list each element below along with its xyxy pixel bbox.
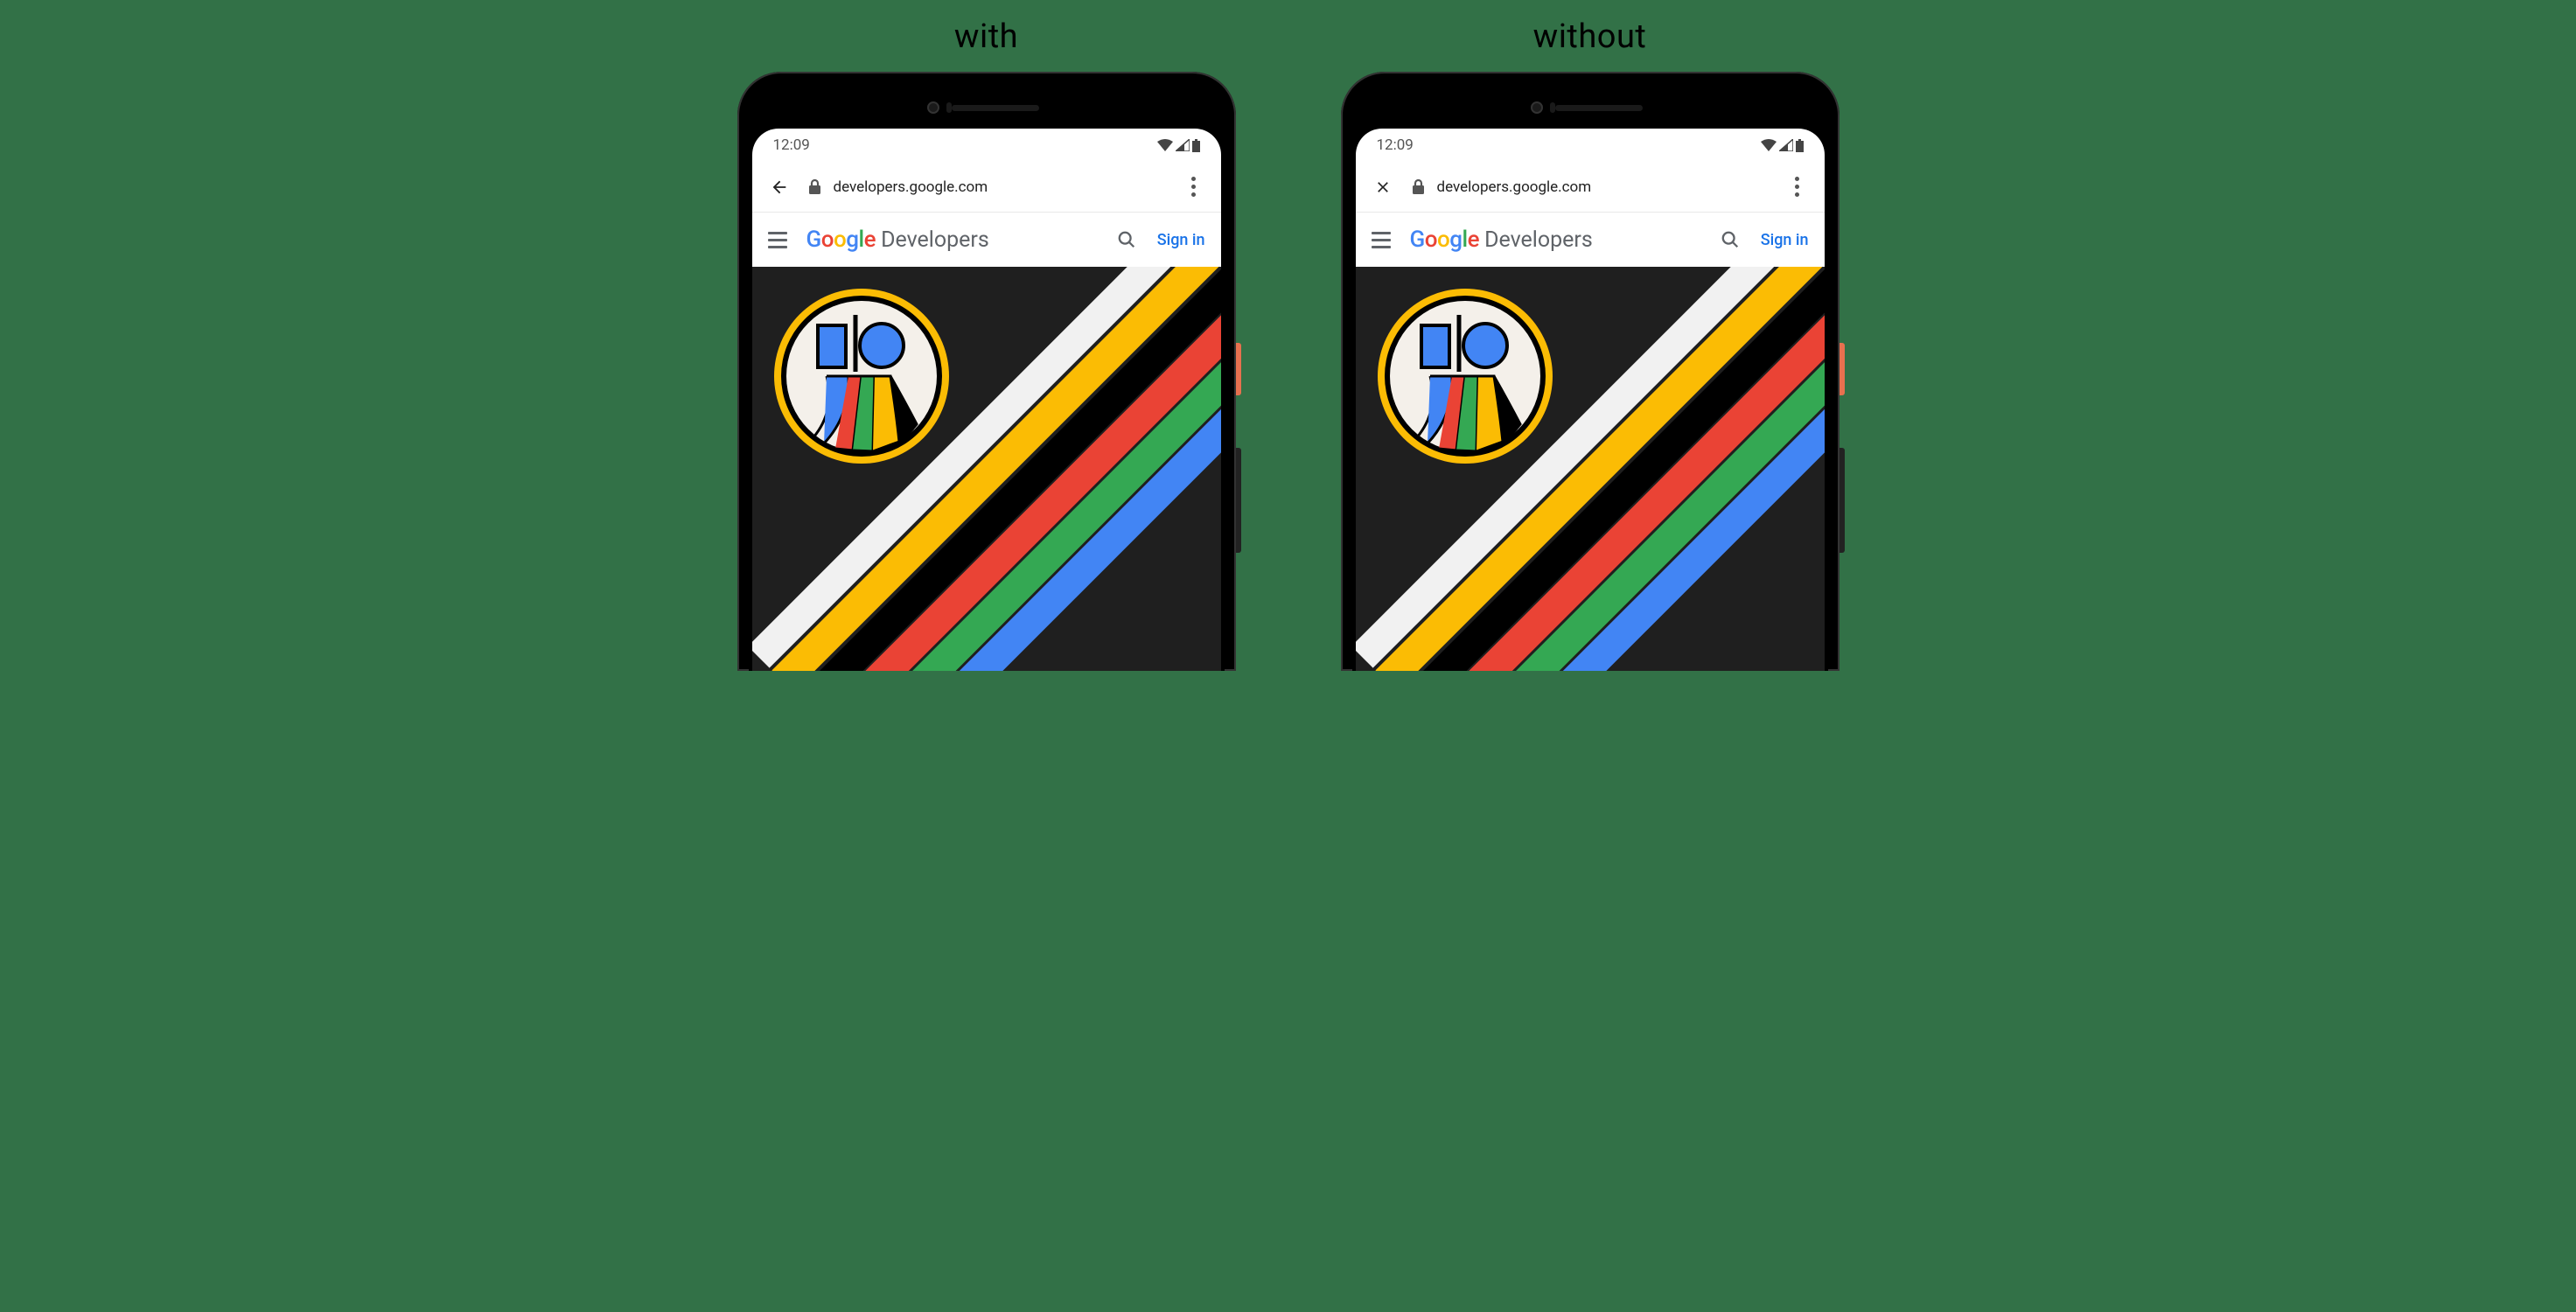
close-button[interactable] — [1372, 176, 1394, 199]
search-button[interactable] — [1719, 228, 1742, 251]
phone-notch-area — [1356, 87, 1825, 129]
close-icon — [1374, 178, 1392, 196]
status-bar: 12:09 — [752, 129, 1221, 162]
developers-text: Developers — [881, 227, 989, 253]
developers-text: Developers — [1484, 227, 1593, 253]
front-camera — [1531, 101, 1543, 114]
with-label: with — [954, 17, 1018, 56]
phone-frame-with: 12:09 developers.google.com — [737, 72, 1236, 671]
url-text: developers.google.com — [1437, 178, 1592, 196]
more-vert-icon — [1795, 177, 1799, 197]
arrow-back-icon — [770, 178, 789, 197]
page-content — [752, 267, 1221, 671]
phone-without-column: without 12:09 — [1341, 17, 1840, 686]
sensor — [946, 102, 952, 113]
sensor — [1550, 102, 1555, 113]
site-logo[interactable]: Google Developers — [1410, 227, 1700, 253]
phone-notch-area — [752, 87, 1221, 129]
phone-screen: 12:09 developers.google.com — [1356, 129, 1825, 671]
phone-bezel: 12:09 developers.google.com — [749, 83, 1225, 671]
site-logo[interactable]: Google Developers — [806, 227, 1096, 253]
lock-icon — [1412, 179, 1425, 194]
browser-menu-button[interactable] — [1786, 176, 1809, 199]
status-bar: 12:09 — [1356, 129, 1825, 162]
battery-icon — [1192, 139, 1200, 152]
signal-icon — [1779, 139, 1793, 151]
browser-toolbar: developers.google.com — [1356, 162, 1825, 213]
volume-button — [1236, 448, 1241, 553]
back-button[interactable] — [768, 176, 791, 199]
earpiece-speaker — [952, 105, 1039, 111]
site-header: Google Developers Sign in — [1356, 213, 1825, 267]
phone-frame-without: 12:09 developers.google.com — [1341, 72, 1840, 671]
signal-icon — [1176, 139, 1190, 151]
battery-icon — [1796, 139, 1804, 152]
phone-screen: 12:09 developers.google.com — [752, 129, 1221, 671]
search-icon — [1721, 230, 1740, 249]
io-badge-icon — [1373, 284, 1557, 468]
url-bar[interactable]: developers.google.com — [1412, 178, 1769, 196]
hamburger-menu-button[interactable] — [768, 232, 787, 248]
io-badge-icon — [770, 284, 953, 468]
signin-link[interactable]: Sign in — [1761, 231, 1809, 249]
volume-button — [1840, 448, 1845, 553]
url-bar[interactable]: developers.google.com — [808, 178, 1165, 196]
lock-icon — [808, 179, 821, 194]
search-icon — [1117, 230, 1136, 249]
status-icons — [1761, 139, 1804, 152]
site-header: Google Developers Sign in — [752, 213, 1221, 267]
earpiece-speaker — [1555, 105, 1643, 111]
phone-with-column: with 12:09 — [737, 17, 1236, 686]
more-vert-icon — [1191, 177, 1196, 197]
url-text: developers.google.com — [834, 178, 988, 196]
status-time: 12:09 — [1377, 136, 1414, 154]
power-button — [1236, 343, 1241, 395]
phone-bezel: 12:09 developers.google.com — [1352, 83, 1828, 671]
wifi-icon — [1761, 139, 1777, 151]
status-time: 12:09 — [773, 136, 810, 154]
wifi-icon — [1157, 139, 1173, 151]
page-content — [1356, 267, 1825, 671]
google-logo: Google — [1410, 227, 1480, 253]
power-button — [1840, 343, 1845, 395]
signin-link[interactable]: Sign in — [1157, 231, 1205, 249]
browser-menu-button[interactable] — [1183, 176, 1205, 199]
without-label: without — [1533, 17, 1647, 56]
status-icons — [1157, 139, 1200, 152]
search-button[interactable] — [1115, 228, 1138, 251]
google-logo: Google — [806, 227, 876, 253]
hamburger-menu-button[interactable] — [1372, 232, 1391, 248]
front-camera — [927, 101, 939, 114]
browser-toolbar: developers.google.com — [752, 162, 1221, 213]
